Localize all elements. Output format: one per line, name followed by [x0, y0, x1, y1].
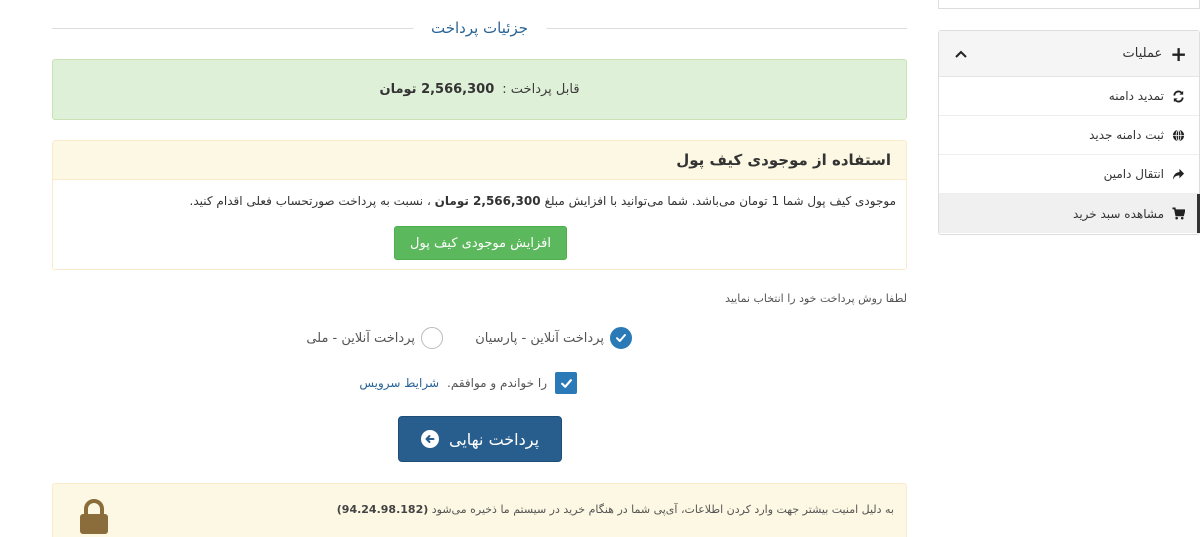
page-title: جزئیات پرداخت — [412, 18, 547, 38]
final-payment-label: پرداخت نهایی — [448, 429, 540, 449]
wallet-title: استفاده از موجودی کیف پول — [53, 141, 906, 180]
sidebar-item-label: مشاهده سبد خرید — [1073, 206, 1164, 221]
wallet-description: موجودی کیف پول شما 1 تومان می‌باشد. شما … — [63, 192, 896, 210]
terms-link[interactable]: شرایط سرویس — [359, 376, 439, 390]
refresh-icon — [1173, 90, 1184, 102]
globe-icon — [1172, 129, 1185, 141]
payable-label: قابل پرداخت : — [502, 82, 580, 97]
payment-option-label: پرداخت آنلاین - پارسیان — [475, 330, 604, 346]
payment-option-melli[interactable]: پرداخت آنلاین - ملی — [306, 327, 443, 349]
sidebar-item-label: تمدید دامنه — [1108, 89, 1164, 103]
sidebar-item-label: ثبت دامنه جدید — [1089, 128, 1164, 142]
wallet-text-2: ، نسبت به پرداخت صورتحساب فعلی اقدام کنی… — [189, 194, 431, 208]
plus-icon: + — [1170, 41, 1187, 66]
wallet-panel: استفاده از موجودی کیف پول موجودی کیف پول… — [52, 140, 907, 270]
lock-icon — [80, 499, 108, 534]
payment-methods: پرداخت آنلاین - پارسیان پرداخت آنلاین - … — [52, 327, 907, 353]
section-divider: جزئیات پرداخت — [52, 18, 907, 38]
share-icon — [1172, 168, 1185, 180]
terms-checkbox[interactable] — [555, 372, 577, 394]
main-content: جزئیات پرداخت قابل پرداخت : 2,566,300 تو… — [52, 0, 907, 537]
terms-agreement: را خواندم و موافقم. شرایط سرویس — [359, 372, 577, 394]
radio-unchecked-icon[interactable] — [421, 327, 443, 349]
arrow-circle-icon — [420, 430, 439, 448]
wallet-text-amount: 2,566,300 تومان — [434, 194, 541, 208]
payable-amount: 2,566,300 تومان — [379, 82, 495, 97]
terms-text: را خواندم و موافقم. — [447, 376, 547, 390]
payable-box: قابل پرداخت : 2,566,300 تومان — [52, 59, 907, 120]
sidebar-item-label: انتقال دامین — [1103, 167, 1164, 181]
security-text: به دلیل امنیت بیشتر جهت وارد کردن اطلاعا… — [337, 503, 894, 516]
wallet-body: موجودی کیف پول شما 1 تومان می‌باشد. شما … — [53, 180, 906, 210]
chevron-up-icon[interactable] — [955, 50, 967, 58]
sidebar-item-register-domain[interactable]: ثبت دامنه جدید — [939, 116, 1199, 155]
sidebar-title: عملیات — [1122, 46, 1163, 61]
sidebar-item-view-cart[interactable]: مشاهده سبد خرید — [939, 194, 1200, 233]
radio-checked-icon[interactable] — [610, 327, 632, 349]
security-notice: به دلیل امنیت بیشتر جهت وارد کردن اطلاعا… — [52, 483, 907, 537]
payment-method-prompt: لطفا روش پرداخت خود را انتخاب نمایید — [725, 292, 907, 305]
final-payment-button[interactable]: پرداخت نهایی — [398, 416, 562, 462]
sidebar-item-renew-domain[interactable]: تمدید دامنه — [939, 77, 1199, 116]
sidebar-panel: + عملیات تمدید دامنه ثبت دامنه جدید انتق… — [938, 30, 1200, 235]
sidebar-header[interactable]: + عملیات — [939, 31, 1199, 77]
payment-option-label: پرداخت آنلاین - ملی — [306, 330, 415, 346]
payment-option-parsian[interactable]: پرداخت آنلاین - پارسیان — [475, 327, 632, 349]
increase-wallet-button[interactable]: افزایش موجودی کیف پول — [394, 226, 567, 260]
sidebar-item-transfer-domain[interactable]: انتقال دامین — [939, 155, 1199, 194]
ip-address: (94.24.98.182) — [336, 503, 429, 516]
sidebar-top-edge — [938, 0, 1200, 9]
cart-icon — [1172, 207, 1185, 220]
security-message: به دلیل امنیت بیشتر جهت وارد کردن اطلاعا… — [431, 503, 894, 516]
wallet-text-1: موجودی کیف پول شما 1 تومان می‌باشد. شما … — [544, 194, 896, 208]
